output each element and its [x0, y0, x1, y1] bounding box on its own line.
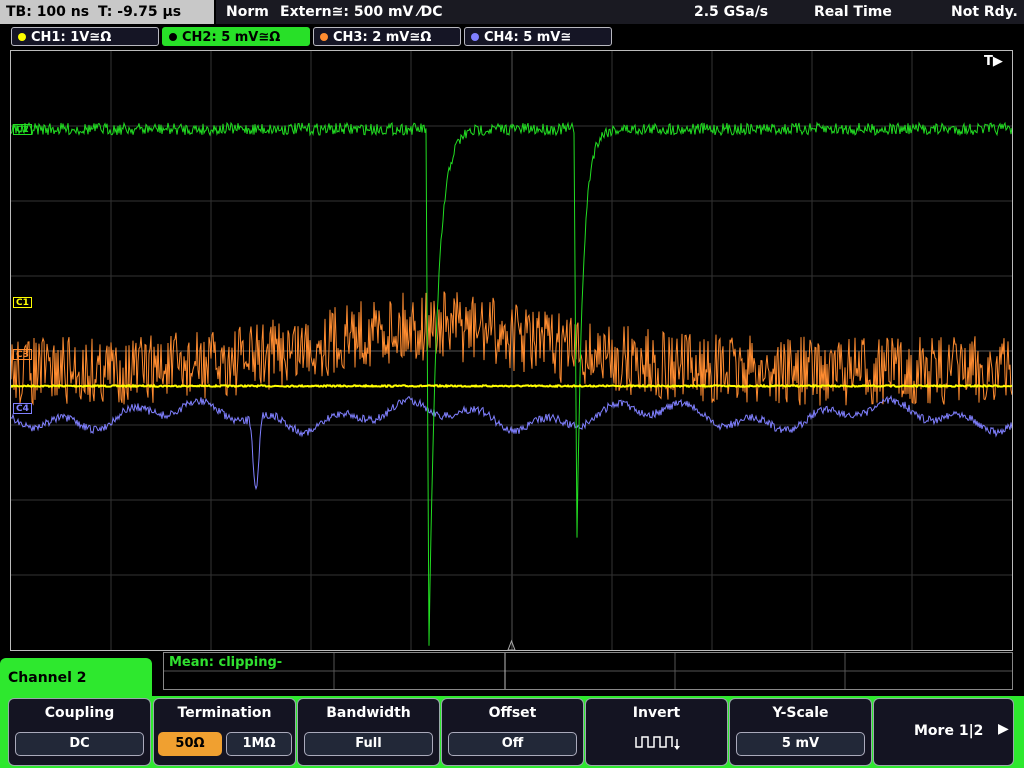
ready-state: Not Rdy.: [951, 4, 1018, 20]
channel-tab-2[interactable]: CH2: 5 mV≅Ω: [162, 27, 310, 46]
trigger-marker-label: T: [984, 54, 993, 69]
measurement-value: Mean: clipping-: [169, 655, 283, 670]
coupling-softkey[interactable]: Coupling DC: [8, 698, 151, 766]
acquisition-mode[interactable]: Real Time: [814, 0, 892, 24]
waveform-canvas: [11, 51, 1012, 650]
invert-title: Invert: [632, 705, 681, 721]
offset-title: Offset: [488, 705, 537, 721]
bandwidth-title: Bandwidth: [326, 705, 411, 721]
measurement-grid: [164, 653, 1012, 689]
next-page-arrow-icon: ▶: [998, 721, 1009, 737]
termination-softkey[interactable]: Termination 50Ω 1MΩ: [153, 698, 296, 766]
y-scale-softkey[interactable]: Y-Scale 5 mV: [729, 698, 872, 766]
termination-title: Termination: [177, 705, 272, 721]
waveform-display[interactable]: C2 C1 C3 C4 T▶: [10, 50, 1013, 651]
offset-softkey[interactable]: Offset Off: [441, 698, 584, 766]
channel-tab-label: CH3: 2 mV≅Ω: [333, 30, 432, 45]
timebase-box[interactable]: TB: 100 ns T: -9.75 µs: [0, 0, 214, 24]
coupling-value: DC: [15, 732, 144, 756]
trigger-source[interactable]: Extern≅: 500 mV ⁄DC: [280, 0, 442, 24]
channel-2-panel-tab[interactable]: Channel 2: [0, 658, 152, 698]
invert-square-wave-icon: [635, 736, 680, 750]
y-scale-title: Y-Scale: [772, 705, 829, 721]
channel-tab-label: CH2: 5 mV≅Ω: [182, 30, 281, 45]
channel-1-color-dot: [18, 33, 26, 41]
channel-4-marker[interactable]: C4: [13, 403, 32, 414]
more-softkey[interactable]: More 1|2 ▶: [873, 698, 1014, 766]
channel-tab-label: CH1: 1V≅Ω: [31, 30, 112, 45]
invert-softkey[interactable]: Invert: [585, 698, 728, 766]
channel-tab-3[interactable]: CH3: 2 mV≅Ω: [313, 27, 461, 46]
termination-50ohm-option[interactable]: 50Ω: [158, 732, 222, 756]
channel-tab-4[interactable]: CH4: 5 mV≅: [464, 27, 612, 46]
offset-value: Off: [448, 732, 577, 756]
timebase-value: TB: 100 ns: [6, 4, 90, 20]
channel-3-marker[interactable]: C3: [13, 349, 32, 360]
channel-3-color-dot: [320, 33, 328, 41]
channel-tab-label: CH4: 5 mV≅: [484, 30, 572, 45]
termination-1mohm-option[interactable]: 1MΩ: [226, 732, 292, 756]
panel-title: Channel 2: [8, 670, 87, 686]
channel-1-marker[interactable]: C1: [13, 297, 32, 308]
trigger-time-value: T: -9.75 µs: [98, 4, 182, 20]
bandwidth-value: Full: [304, 732, 433, 756]
sample-rate[interactable]: 2.5 GSa/s: [694, 0, 768, 24]
channel-4-color-dot: [471, 33, 479, 41]
channel-tab-1[interactable]: CH1: 1V≅Ω: [11, 27, 159, 46]
trigger-arrow-icon: ▶: [992, 54, 1003, 69]
trigger-marker[interactable]: T▶: [984, 54, 1003, 69]
trigger-mode[interactable]: Norm: [226, 0, 269, 24]
bandwidth-softkey[interactable]: Bandwidth Full: [297, 698, 440, 766]
channel-1-trace: [11, 383, 1012, 389]
y-scale-value: 5 mV: [736, 732, 865, 756]
channel-2-marker[interactable]: C2: [13, 124, 32, 135]
more-label: More 1|2: [914, 723, 984, 739]
measurement-bar[interactable]: Mean: clipping-: [163, 652, 1013, 690]
coupling-title: Coupling: [44, 705, 115, 721]
channel-2-color-dot: [169, 33, 177, 41]
